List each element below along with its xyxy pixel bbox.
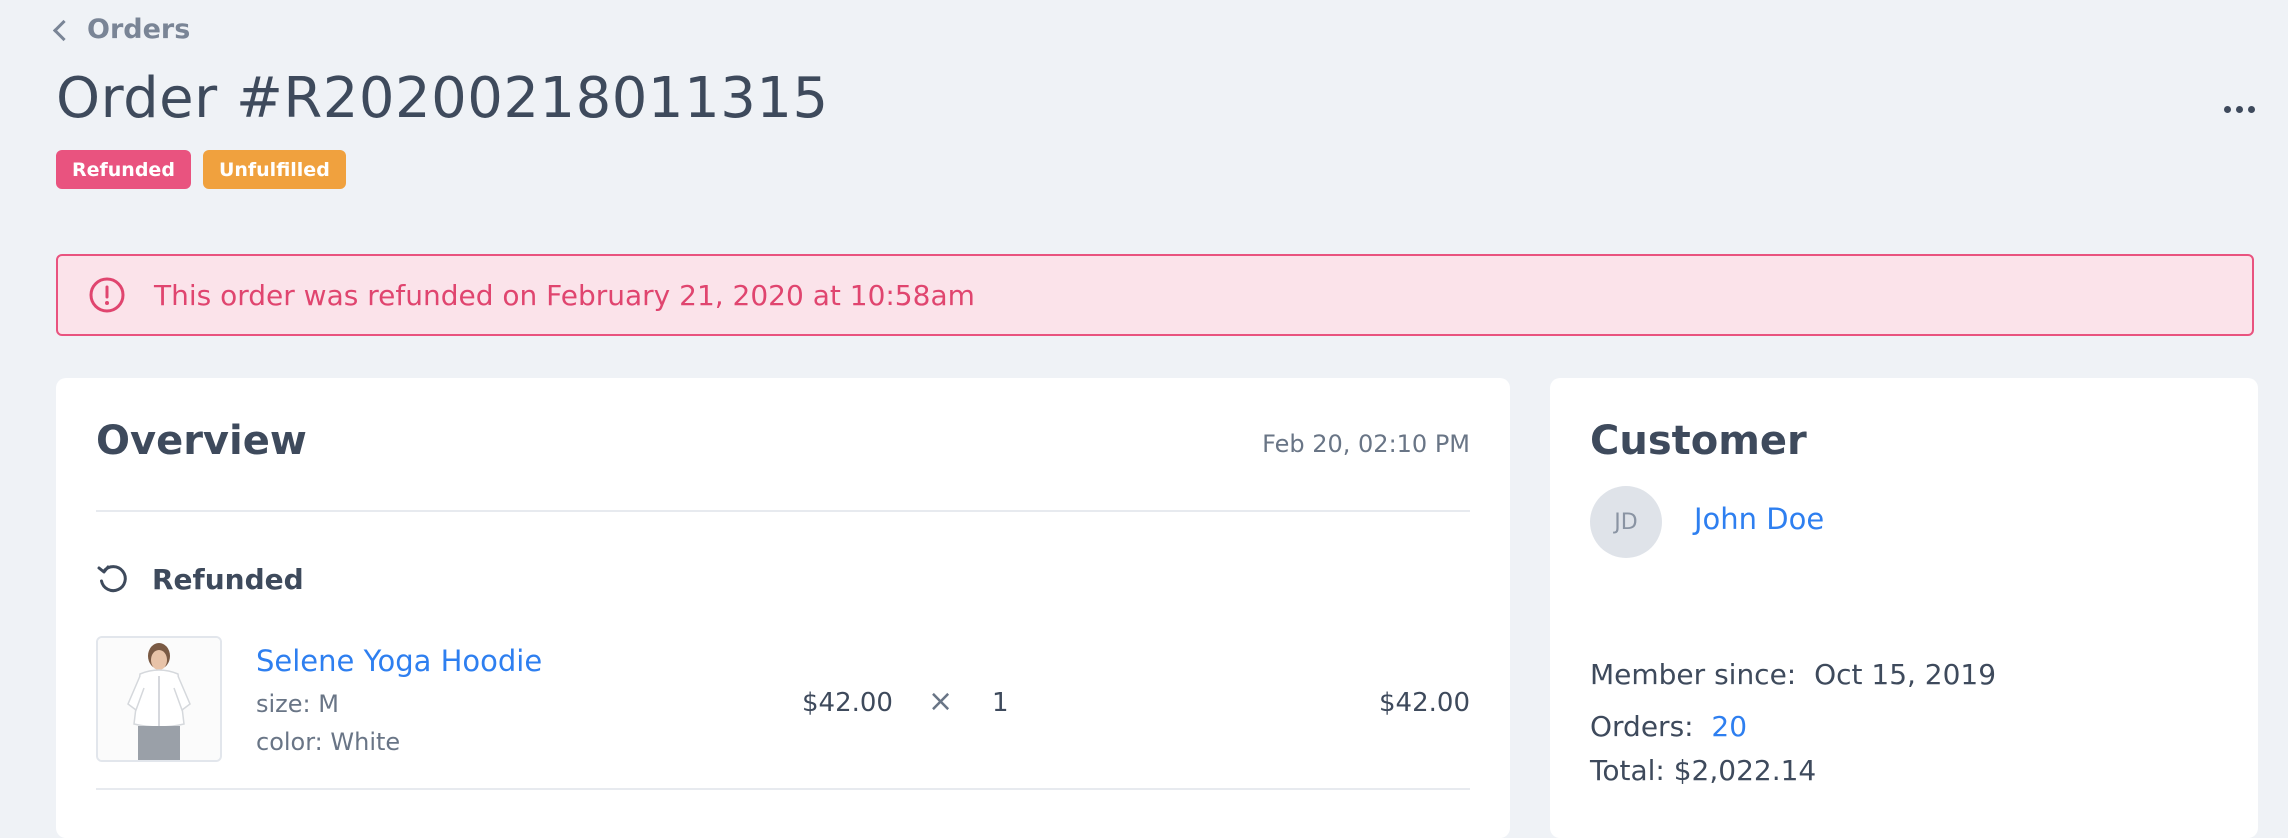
member-since: Member since: Oct 15, 2019 (1590, 658, 1996, 691)
member-since-value: Oct 15, 2019 (1814, 658, 1997, 691)
breadcrumb-orders-link[interactable]: Orders (87, 14, 190, 45)
order-date: Feb 20, 02:10 PM (1262, 430, 1470, 458)
product-name-link[interactable]: Selene Yoga Hoodie (256, 644, 542, 678)
unit-price: $42.00 (802, 688, 893, 718)
more-icon-dot (2224, 106, 2231, 113)
alert-circle-icon (89, 277, 125, 313)
orders-count-link[interactable]: 20 (1711, 710, 1747, 743)
orders-label: Orders: (1590, 710, 1694, 743)
chevron-left-icon (52, 19, 75, 42)
product-image (98, 638, 220, 760)
divider (96, 510, 1470, 512)
times-icon: × (928, 684, 954, 719)
orders-count: Orders: 20 (1590, 710, 1747, 743)
status-badges: Refunded Unfulfilled (56, 150, 346, 189)
member-since-label: Member since: (1590, 658, 1797, 691)
product-size: size: M (256, 690, 339, 718)
quantity: 1 (992, 688, 1009, 718)
status-badge-unfulfilled: Unfulfilled (202, 150, 346, 189)
alert-text: This order was refunded on February 21, … (154, 278, 975, 312)
avatar: JD (1590, 486, 1662, 558)
status-badge-refunded: Refunded (56, 150, 191, 189)
overview-title: Overview (96, 418, 307, 464)
total-value: $2,022.14 (1673, 754, 1817, 787)
refund-alert: This order was refunded on February 21, … (56, 254, 2254, 336)
breadcrumb[interactable]: Orders (52, 14, 190, 45)
section-label: Refunded (152, 562, 304, 596)
more-actions-button[interactable] (2224, 106, 2255, 113)
refund-history-icon (97, 565, 127, 593)
more-icon-dot (2248, 106, 2255, 113)
customer-total: Total: $2,022.14 (1590, 754, 1816, 787)
more-icon-dot (2236, 106, 2243, 113)
total-label: Total: (1590, 754, 1665, 787)
line-total: $42.00 (1379, 688, 1470, 718)
customer-title: Customer (1590, 418, 1807, 464)
refunded-section-header: Refunded (96, 562, 304, 596)
page-title: Order #R20200218011315 (56, 66, 829, 131)
divider (96, 788, 1470, 790)
customer-card: Customer JD John Doe Member since: Oct 1… (1550, 378, 2258, 838)
customer-name-link[interactable]: John Doe (1694, 502, 1824, 536)
overview-card: Overview Feb 20, 02:10 PM Refunded Selen… (56, 378, 1510, 838)
product-color: color: White (256, 728, 401, 756)
product-thumbnail[interactable] (96, 636, 222, 762)
